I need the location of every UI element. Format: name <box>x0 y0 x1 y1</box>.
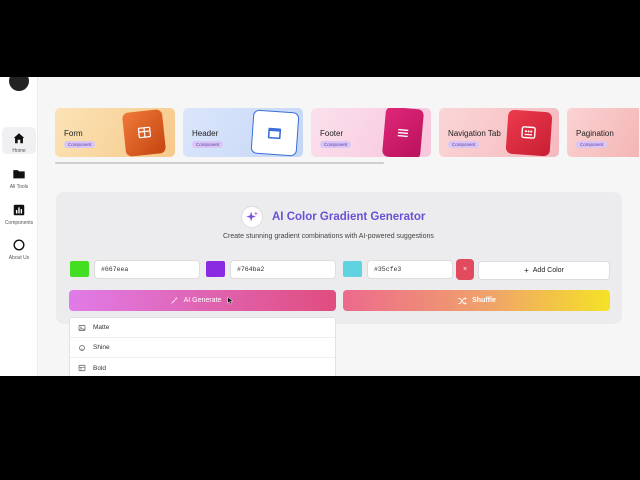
style-dropdown-menu: Matte Shine Bold <box>69 317 336 376</box>
card-badge: Component <box>576 141 608 148</box>
sidebar-item-label: About Us <box>8 255 30 261</box>
sidebar-item-label: All Tools <box>9 184 29 190</box>
add-color-label: Add Color <box>532 267 564 274</box>
header-card-tile <box>250 109 300 157</box>
image-icon <box>78 324 86 331</box>
dropdown-option-label: Bold <box>93 364 107 372</box>
card-title: Header <box>192 129 219 138</box>
color-hex-input-1[interactable]: #667eea <box>94 260 200 279</box>
sidebar-item-home[interactable]: Home <box>2 127 36 154</box>
shuffle-label: Shuffle <box>472 297 496 304</box>
sparkle-logo <box>241 206 263 228</box>
sidebar-item-components[interactable]: Components <box>2 201 36 226</box>
sidebar-item-label: Components <box>4 220 34 226</box>
card-badge: Component <box>320 141 352 148</box>
dropdown-option-label: Matte <box>93 324 110 331</box>
shuffle-icon <box>458 296 467 305</box>
window-icon <box>267 127 282 140</box>
navigation-card-tile <box>505 109 553 157</box>
form-card-tile <box>121 109 167 157</box>
sidebar-item-label: Home <box>12 148 26 154</box>
circle-icon <box>13 239 25 251</box>
ai-generate-button[interactable]: AI Generate <box>69 290 336 311</box>
menu-icon <box>521 126 536 139</box>
app-window: Home All Tools Components About Us Form … <box>0 77 640 376</box>
close-icon: × <box>462 266 468 273</box>
component-card-row: Form Component Header Component Footer C… <box>55 108 640 158</box>
color-hex-input-3[interactable]: #35cfe3 <box>367 260 453 279</box>
cards-scrollbar[interactable] <box>55 162 384 164</box>
shuffle-button[interactable]: Shuffle <box>343 290 610 311</box>
page-title: AI Color Gradient Generator <box>272 211 426 223</box>
card-badge: Component <box>448 141 480 148</box>
add-color-button[interactable]: + Add Color <box>478 261 610 280</box>
page-subtitle: Create stunning gradient combinations wi… <box>223 233 434 240</box>
sidebar-item-about-us[interactable]: About Us <box>2 236 36 261</box>
folder-icon <box>13 170 25 179</box>
home-icon <box>13 133 25 144</box>
lines-icon <box>397 128 409 138</box>
card-title: Navigation Tab <box>448 129 501 138</box>
dropdown-option-label: Shine <box>93 344 110 351</box>
ai-generate-label: AI Generate <box>183 297 222 304</box>
card-footer[interactable]: Footer Component <box>311 108 431 157</box>
sidebar-item-all-tools[interactable]: All Tools <box>2 165 36 190</box>
dropdown-option-shine[interactable]: Shine <box>70 338 335 358</box>
footer-card-tile <box>381 108 425 157</box>
card-title: Pagination <box>576 129 614 138</box>
card-badge: Component <box>64 141 96 148</box>
box-icon <box>137 126 152 139</box>
grid-icon <box>78 364 86 372</box>
color-swatch-1[interactable] <box>70 261 89 277</box>
card-title: Form <box>64 129 83 138</box>
dropdown-option-bold[interactable]: Bold <box>70 358 335 376</box>
remove-color-button[interactable]: × <box>456 259 474 280</box>
cursor-icon <box>227 296 235 305</box>
chart-icon <box>13 204 25 216</box>
card-form[interactable]: Form Component <box>55 108 175 157</box>
card-pagination[interactable]: Pagination Component <box>567 108 639 157</box>
color-swatch-2[interactable] <box>206 261 225 277</box>
magic-wand-icon <box>171 296 178 304</box>
avatar[interactable] <box>9 77 29 91</box>
sidebar: Home All Tools Components About Us <box>0 77 38 376</box>
dropdown-option-matte[interactable]: Matte <box>70 318 335 338</box>
color-swatch-3[interactable] <box>343 261 362 277</box>
sun-icon <box>79 344 85 351</box>
card-title: Footer <box>320 129 344 138</box>
card-navigation-tab[interactable]: Navigation Tab Component <box>439 108 559 157</box>
card-badge: Component <box>192 141 224 148</box>
sparkle-icon <box>246 211 259 222</box>
color-hex-input-2[interactable]: #764ba2 <box>230 260 336 279</box>
plus-icon: + <box>524 266 529 275</box>
card-header[interactable]: Header Component <box>183 108 303 157</box>
